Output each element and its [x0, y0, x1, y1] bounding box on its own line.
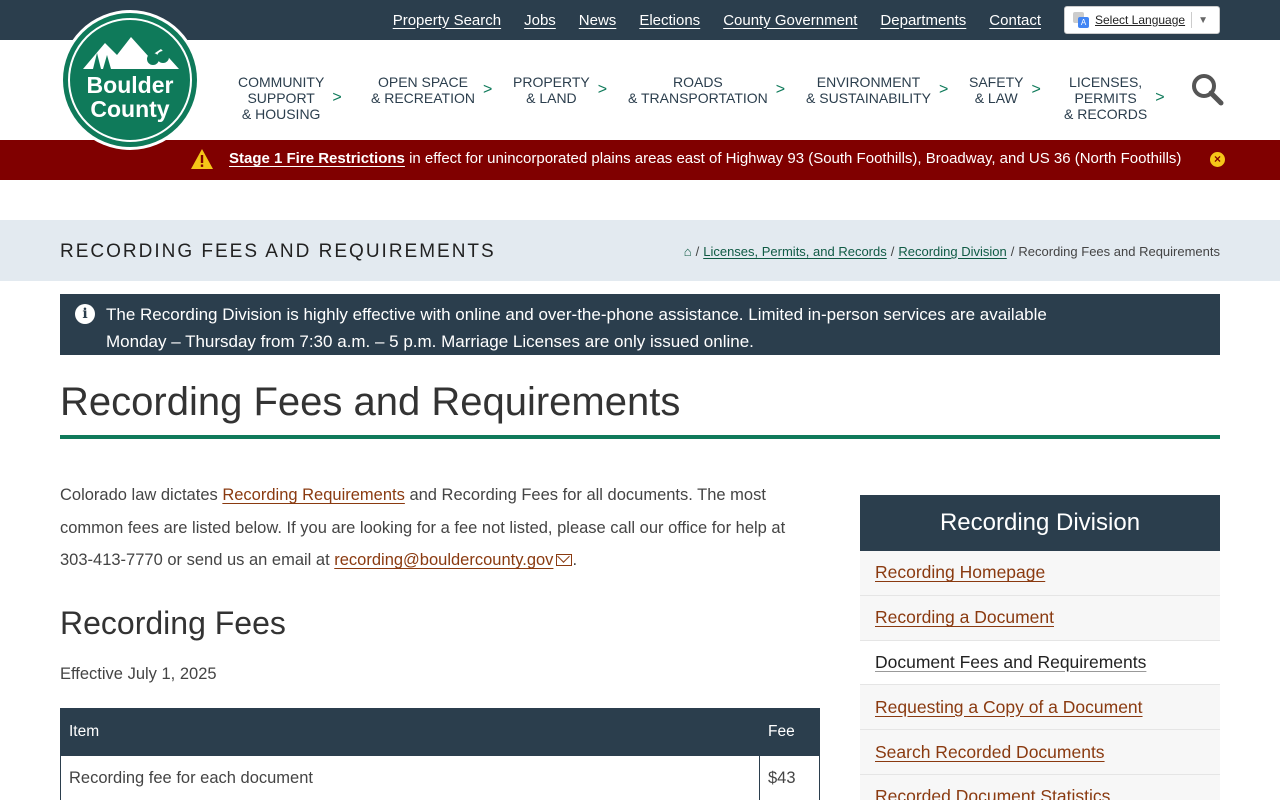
intro-paragraph: Colorado law dictates Recording Requirem…	[60, 486, 786, 569]
sidebar-item-recording-homepage: Recording Homepage	[860, 551, 1220, 596]
sidebar-item-statistics: Recorded Document Statistics	[860, 774, 1220, 800]
nav-open-space-recreation[interactable]: Open Space & Recreation >	[371, 74, 492, 106]
recording-division-sidebar: Recording Division Recording Homepage Re…	[860, 495, 1220, 800]
breadcrumb: ⌂ / Licenses, Permits, and Records / Rec…	[683, 244, 1220, 259]
table-header-row: Item Fee	[60, 708, 820, 756]
notice-text: The Recording Division is highly effecti…	[106, 305, 1047, 351]
breadcrumb-current: Recording Fees and Requirements	[1018, 244, 1220, 259]
sidebar-item-search-recorded: Search Recorded Documents	[860, 730, 1220, 775]
language-select-label: Select Language	[1095, 13, 1186, 27]
google-translate-icon: A	[1073, 12, 1089, 28]
chevron-right-icon: >	[482, 81, 493, 98]
logo-text-boulder: Boulder	[86, 72, 174, 98]
top-link-departments[interactable]: Departments	[880, 12, 966, 29]
info-icon: i	[75, 304, 95, 324]
fire-alert-bar: Stage 1 Fire Restrictions in effect for …	[0, 140, 1280, 180]
close-icon[interactable]: ×	[1210, 152, 1225, 167]
page-title: Recording Fees and Requirements	[60, 380, 681, 424]
email-link[interactable]: recording@bouldercounty.gov	[334, 551, 553, 569]
sidebar-item-requesting-copy: Requesting a Copy of a Document	[860, 685, 1220, 731]
language-select[interactable]: A Select Language ▼	[1064, 6, 1220, 34]
nav-environment-sustainability[interactable]: Environment & Sustainability >	[806, 74, 948, 106]
recording-requirements-link[interactable]: Recording Requirements	[222, 486, 405, 504]
county-logo[interactable]: Boulder County	[60, 10, 200, 150]
sidebar-title: Recording Division	[860, 495, 1220, 551]
top-link-county-government[interactable]: County Government	[723, 12, 857, 29]
chevron-right-icon: >	[597, 81, 608, 98]
sidebar-item-recording-a-document: Recording a Document	[860, 595, 1220, 641]
effective-date: Effective July 1, 2025	[60, 665, 217, 683]
table-cell-fee: $43	[759, 755, 820, 800]
utility-bar: Property Search Jobs News Elections Coun…	[0, 0, 1280, 40]
warning-icon	[191, 149, 213, 169]
chevron-right-icon: >	[1031, 81, 1041, 98]
nav-property-land[interactable]: Property & Land >	[513, 74, 607, 106]
title-band: Recording Fees and Requirements ⌂ / Lice…	[0, 220, 1280, 281]
top-link-contact[interactable]: Contact	[989, 12, 1041, 29]
utility-links: Property Search Jobs News Elections Coun…	[393, 0, 1041, 40]
fee-table: Item Fee Recording fee for each document…	[60, 708, 820, 800]
top-link-property-search[interactable]: Property Search	[393, 12, 501, 29]
chevron-right-icon: >	[939, 81, 949, 98]
band-title: Recording Fees and Requirements	[60, 241, 496, 262]
chevron-right-icon: >	[332, 89, 342, 106]
breadcrumb-licenses-permits-records[interactable]: Licenses, Permits, and Records	[703, 244, 887, 259]
nav-licenses-permits-records[interactable]: Licenses, Permits & Records >	[1064, 74, 1165, 122]
nav-roads-transportation[interactable]: Roads & Transportation >	[628, 74, 785, 106]
chevron-right-icon: >	[1155, 89, 1165, 106]
top-link-elections[interactable]: Elections	[639, 12, 700, 29]
title-divider	[60, 435, 1220, 439]
nav-community-support-housing[interactable]: Community Support & Housing >	[238, 74, 342, 122]
mail-icon	[556, 554, 573, 566]
top-link-news[interactable]: News	[579, 12, 617, 29]
fire-restrictions-link[interactable]: Stage 1 Fire Restrictions	[229, 150, 405, 167]
top-link-jobs[interactable]: Jobs	[524, 12, 556, 29]
mountain-trees-icon	[83, 37, 179, 69]
search-icon[interactable]	[1190, 72, 1224, 106]
column-header-item: Item	[60, 708, 760, 756]
logo-text-county: County	[90, 96, 170, 122]
chevron-down-icon: ▼	[1198, 14, 1208, 26]
home-icon[interactable]: ⌂	[684, 244, 692, 259]
service-notice: i The Recording Division is highly effec…	[60, 294, 1220, 355]
breadcrumb-recording-division[interactable]: Recording Division	[898, 244, 1006, 259]
fees-heading: Recording Fees	[60, 605, 286, 641]
nav-safety-law[interactable]: Safety & Law >	[969, 74, 1041, 106]
table-cell-item: Recording fee for each document	[60, 755, 760, 800]
alert-message: Stage 1 Fire Restrictions in effect for …	[229, 150, 1182, 167]
column-header-fee: Fee	[759, 708, 820, 756]
table-row: Recording fee for each document $43	[60, 755, 820, 800]
sidebar-item-document-fees: Document Fees and Requirements	[860, 640, 1220, 686]
chevron-right-icon: >	[775, 81, 786, 98]
